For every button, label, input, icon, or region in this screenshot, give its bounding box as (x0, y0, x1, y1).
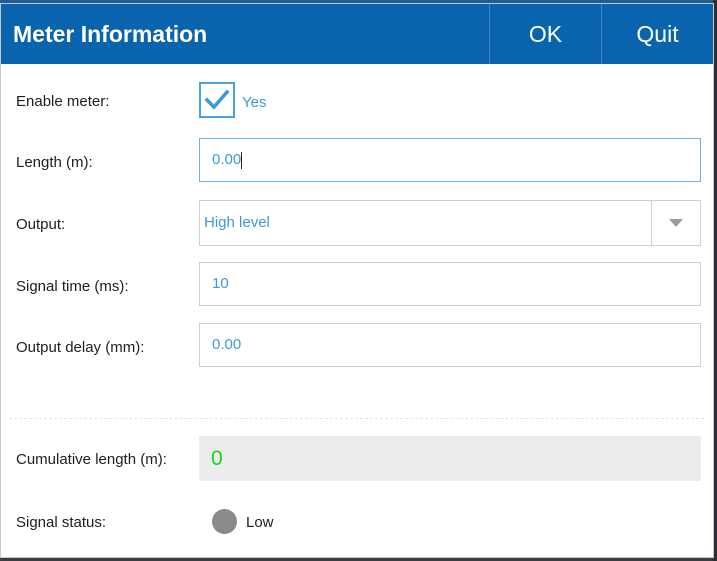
signal-status-label: Signal status: (16, 514, 107, 531)
chevron-down-icon[interactable] (651, 201, 700, 245)
output-label: Output: (16, 216, 66, 233)
output-delay-label: Output delay (mm): (16, 339, 145, 356)
length-label: Length (m): (16, 154, 93, 171)
signal-time-label: Signal time (ms): (16, 278, 129, 295)
output-delay-input[interactable]: 0.00 (199, 323, 701, 367)
signal-time-input[interactable]: 10 (199, 262, 701, 306)
text-caret (241, 151, 243, 169)
length-input[interactable]: 0.00 (199, 138, 701, 182)
signal-status-value: Low (246, 514, 274, 531)
quit-button[interactable]: Quit (601, 4, 713, 64)
cumulative-length-label: Cumulative length (m): (16, 451, 167, 468)
checkmark-icon (204, 89, 230, 110)
enable-meter-label: Enable meter: (16, 93, 110, 110)
section-divider (9, 418, 704, 419)
length-value: 0.00 (212, 151, 242, 168)
enable-meter-checkbox[interactable] (199, 82, 235, 118)
dialog-title: Meter Information (13, 21, 208, 47)
output-selected-value: High level (204, 214, 270, 231)
output-select[interactable]: High level (199, 200, 701, 246)
enable-meter-option-label[interactable]: Yes (242, 94, 266, 111)
ok-button[interactable]: OK (489, 4, 601, 64)
dialog-titlebar: Meter Information OK Quit (1, 4, 713, 64)
meter-information-dialog: Meter Information OK Quit Enable meter: … (0, 3, 714, 558)
signal-status-indicator-icon (212, 509, 237, 534)
cumulative-length-value: 0 (199, 436, 701, 481)
